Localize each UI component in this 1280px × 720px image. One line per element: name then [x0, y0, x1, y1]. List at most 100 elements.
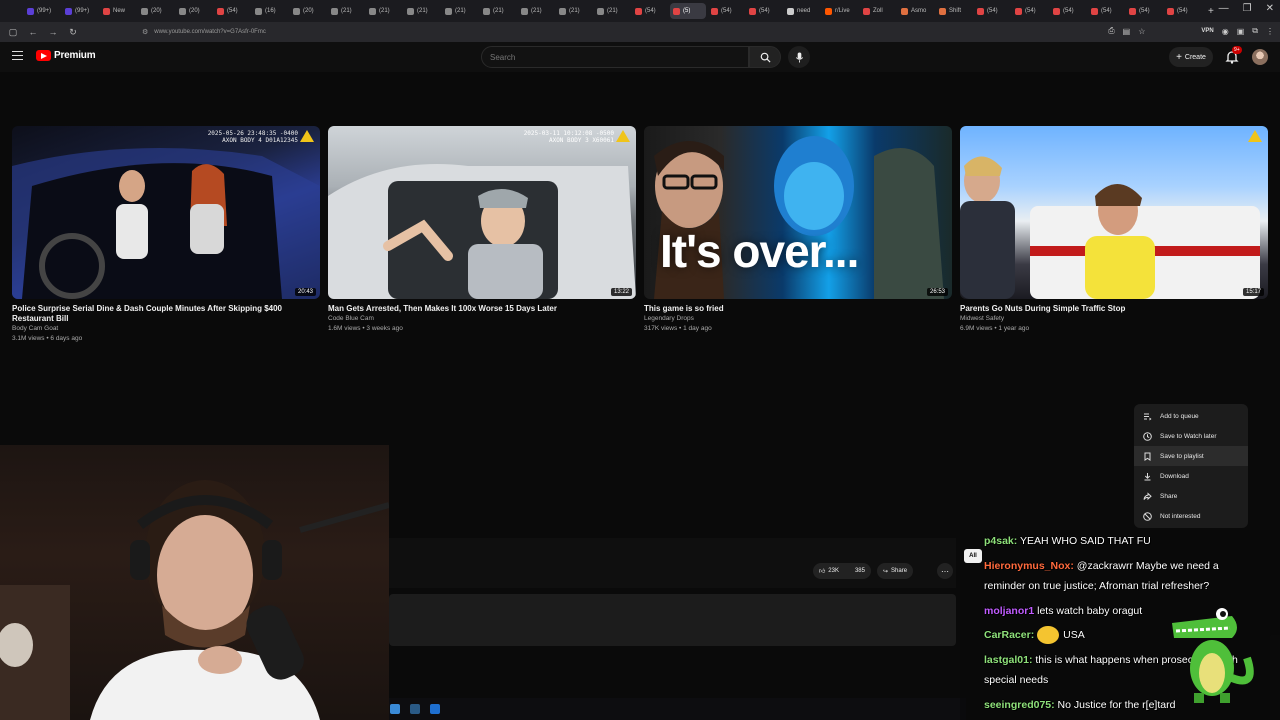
- browser-tab[interactable]: (54): [1050, 3, 1086, 19]
- vpn-button[interactable]: VPN: [1201, 28, 1213, 34]
- browser-tab[interactable]: (54): [708, 3, 744, 19]
- hamburger-menu-icon[interactable]: [12, 51, 23, 60]
- sidebar-icon[interactable]: ▢: [6, 27, 20, 38]
- browser-tab[interactable]: (21): [442, 3, 478, 19]
- tab-label: (21): [379, 8, 390, 14]
- browser-tab[interactable]: (99+): [62, 3, 98, 19]
- browser-tab[interactable]: (54): [632, 3, 668, 19]
- tab-label: (21): [569, 8, 580, 14]
- tab-label: (21): [493, 8, 504, 14]
- menu-item-save-to-playlist[interactable]: Save to playlist: [1134, 446, 1248, 466]
- reader-icon[interactable]: ▤: [1123, 27, 1131, 36]
- browser-tab[interactable]: (20): [290, 3, 326, 19]
- voice-search-button[interactable]: [788, 46, 810, 68]
- description-box[interactable]: [389, 594, 956, 646]
- video-card[interactable]: 2025-03-11 10:12:08 -0500 AXON BODY 3 X6…: [328, 126, 636, 334]
- all-filter-chip[interactable]: All: [964, 549, 982, 563]
- video-title[interactable]: This game is so fried: [644, 304, 952, 314]
- youtube-logo[interactable]: Premium: [36, 50, 96, 61]
- menu-item-not-interested[interactable]: Not interested: [1134, 506, 1248, 526]
- browser-tab[interactable]: Asmo: [898, 3, 934, 19]
- channel-name[interactable]: Midwest Safety: [960, 314, 1268, 324]
- channel-name[interactable]: Body Cam Goat: [12, 324, 320, 334]
- account-avatar[interactable]: [1252, 49, 1268, 65]
- video-thumbnail[interactable]: 2025-05-26 23:48:35 -0400 AXON BODY 4 D0…: [12, 126, 320, 299]
- browser-tab[interactable]: (20): [176, 3, 212, 19]
- video-thumbnail[interactable]: 2025-03-11 10:12:08 -0500 AXON BODY 3 X6…: [328, 126, 636, 299]
- windows-start-icon[interactable]: [390, 704, 400, 714]
- reload-icon[interactable]: ↻: [66, 27, 80, 38]
- video-title[interactable]: Police Surprise Serial Dine & Dash Coupl…: [12, 304, 320, 324]
- browser-tab[interactable]: (54): [1012, 3, 1048, 19]
- menu-item-share[interactable]: Share: [1134, 486, 1248, 506]
- browser-tab[interactable]: (16): [252, 3, 288, 19]
- browser-tab[interactable]: r/Live: [822, 3, 858, 19]
- url-field[interactable]: ⚙ www.youtube.com/watch?v=G7Asfr-0Fmc: [136, 25, 1016, 39]
- bookmark-star-icon[interactable]: ☆: [1138, 27, 1145, 36]
- chat-username[interactable]: Hieronymus_Nox:: [984, 560, 1074, 572]
- menu-item-add-to-queue[interactable]: Add to queue: [1134, 406, 1248, 426]
- site-info-icon[interactable]: ⚙: [142, 28, 148, 36]
- app-icon[interactable]: [430, 704, 440, 714]
- chat-username[interactable]: moljanor1: [984, 605, 1034, 617]
- channel-name[interactable]: Legendary Drops: [644, 314, 952, 324]
- browser-tab[interactable]: New: [100, 3, 136, 19]
- browser-tab[interactable]: Zoll: [860, 3, 896, 19]
- chat-username[interactable]: lastgal01:: [984, 654, 1032, 666]
- browser-tab[interactable]: need: [784, 3, 820, 19]
- create-button[interactable]: + Create: [1169, 47, 1213, 67]
- browser-tab[interactable]: (54): [214, 3, 250, 19]
- browser-tab[interactable]: (21): [556, 3, 592, 19]
- chat-username[interactable]: p4sak:: [984, 535, 1017, 547]
- window-controls: — ❐ ✕: [1219, 3, 1274, 14]
- url-text: www.youtube.com/watch?v=G7Asfr-0Fmc: [154, 29, 266, 35]
- restore-icon[interactable]: ❐: [1243, 3, 1252, 14]
- search-input[interactable]: Search: [481, 46, 749, 68]
- video-title[interactable]: Man Gets Arrested, Then Makes It 100x Wo…: [328, 304, 636, 314]
- menu-item-save-to-watch-later[interactable]: Save to Watch later: [1134, 426, 1248, 446]
- profile-icon[interactable]: ◉: [1222, 27, 1229, 36]
- back-icon[interactable]: ←: [26, 27, 40, 37]
- browser-tab[interactable]: (20): [138, 3, 174, 19]
- browser-tab[interactable]: (21): [594, 3, 630, 19]
- chat-username[interactable]: seeingred075:: [984, 699, 1055, 711]
- menu-icon[interactable]: ⋮: [1266, 27, 1274, 36]
- like-button[interactable]: 👍︎ 23K 385: [813, 563, 871, 579]
- new-tab-button[interactable]: +: [1208, 6, 1214, 17]
- browser-tab[interactable]: (99+): [24, 3, 60, 19]
- tab-label: (54): [721, 8, 732, 14]
- browser-tab[interactable]: (21): [366, 3, 402, 19]
- browser-tab[interactable]: (54): [1164, 3, 1200, 19]
- more-actions-icon[interactable]: ⋯: [937, 563, 953, 579]
- browser-tab[interactable]: (5): [670, 3, 706, 19]
- search-button[interactable]: [749, 46, 781, 68]
- browser-tab[interactable]: (21): [480, 3, 516, 19]
- video-thumbnail[interactable]: It's over... 26:53: [644, 126, 952, 299]
- steam-icon[interactable]: [410, 704, 420, 714]
- browser-tab[interactable]: (54): [1126, 3, 1162, 19]
- tab-favicon-icon: [749, 7, 756, 15]
- video-thumbnail[interactable]: 15:17: [960, 126, 1268, 299]
- share-icon: [1143, 491, 1152, 501]
- browser-tab[interactable]: Shift: [936, 3, 972, 19]
- channel-name[interactable]: Code Blue Cam: [328, 314, 636, 324]
- video-card[interactable]: 2025-05-26 23:48:35 -0400 AXON BODY 4 D0…: [12, 126, 320, 344]
- menu-item-download[interactable]: Download: [1134, 466, 1248, 486]
- share-button[interactable]: ↪ Share: [876, 563, 914, 579]
- video-title[interactable]: Parents Go Nuts During Simple Traffic St…: [960, 304, 1268, 314]
- screenshot-icon[interactable]: ⎙: [1108, 26, 1114, 36]
- browser-tab[interactable]: (54): [1088, 3, 1124, 19]
- extensions-icon[interactable]: ⧉: [1252, 26, 1258, 36]
- browser-tab[interactable]: (21): [404, 3, 440, 19]
- close-icon[interactable]: ✕: [1266, 3, 1274, 14]
- minimize-icon[interactable]: —: [1219, 3, 1229, 14]
- forward-icon[interactable]: →: [46, 27, 60, 37]
- browser-tab[interactable]: (54): [746, 3, 782, 19]
- browser-tab[interactable]: (54): [974, 3, 1010, 19]
- video-card[interactable]: 15:17 Parents Go Nuts During Simple Traf…: [960, 126, 1268, 334]
- chat-username[interactable]: CarRacer:: [984, 629, 1034, 641]
- video-card[interactable]: It's over... 26:53 This game is so fried…: [644, 126, 952, 334]
- browser-tab[interactable]: (21): [518, 3, 554, 19]
- wallet-icon[interactable]: ▣: [1237, 27, 1245, 36]
- browser-tab[interactable]: (21): [328, 3, 364, 19]
